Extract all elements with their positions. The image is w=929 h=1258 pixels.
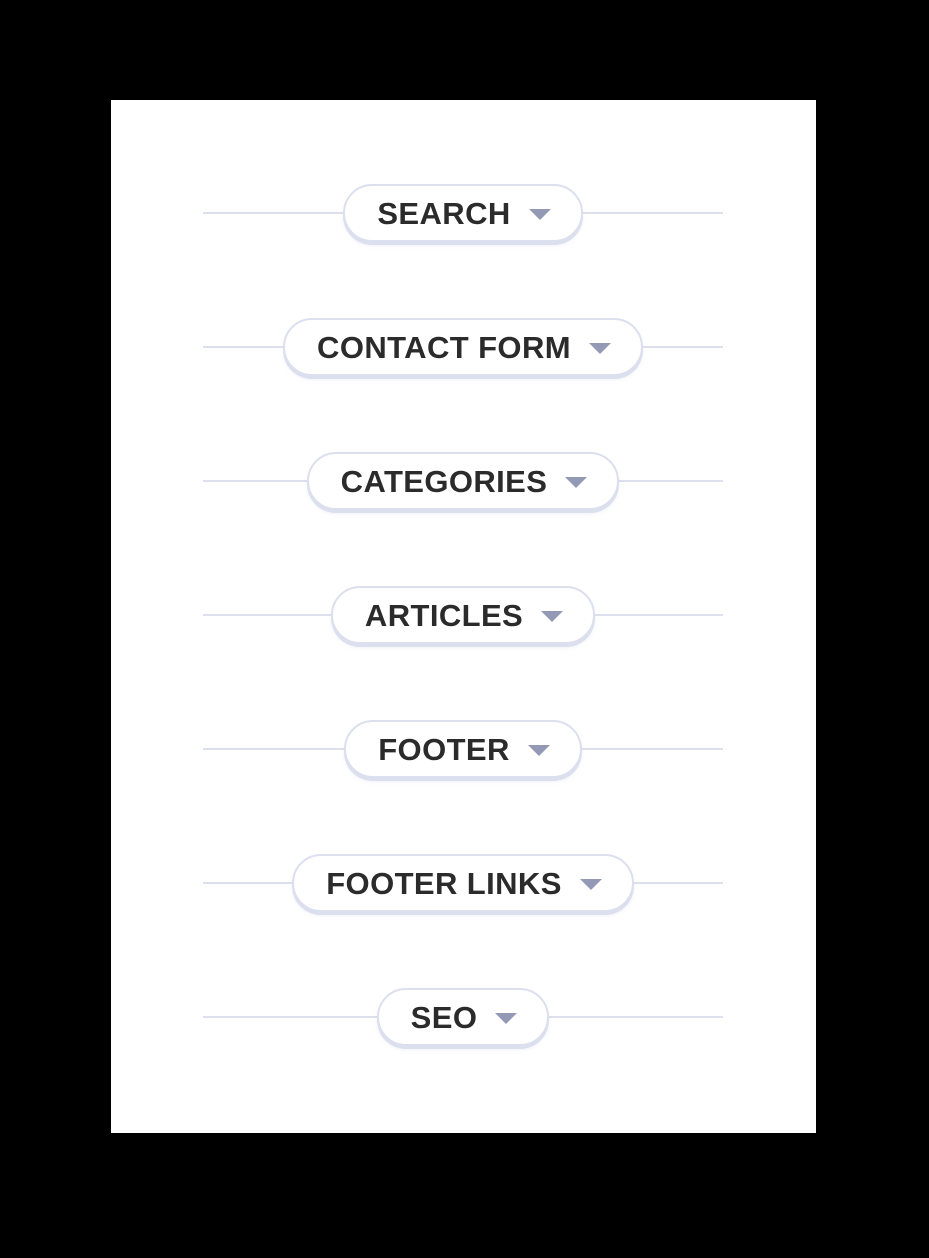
accordion-toggle-categories[interactable]: CATEGORIES: [306, 452, 620, 510]
accordion-section-articles: ARTICLES: [203, 580, 724, 650]
divider-line-left: [203, 748, 345, 750]
divider-line-right: [633, 882, 724, 884]
page-root: SEARCH CONTACT FORM CATEGORIES ARTICLES …: [0, 0, 929, 1258]
chevron-down-icon: [588, 343, 611, 354]
chevron-down-icon: [495, 1013, 518, 1024]
accordion-toggle-footer[interactable]: FOOTER: [344, 720, 582, 778]
divider-line-right: [549, 1016, 724, 1018]
accordion-label: SEARCH: [377, 195, 511, 231]
divider-line-right: [581, 748, 723, 750]
accordion-label: CATEGORIES: [340, 463, 548, 499]
accordion-label: FOOTER: [378, 731, 510, 767]
accordion-section-categories: CATEGORIES: [203, 446, 724, 516]
divider-line-left: [203, 480, 307, 482]
accordion-label: FOOTER LINKS: [326, 865, 562, 901]
settings-card: SEARCH CONTACT FORM CATEGORIES ARTICLES …: [111, 100, 816, 1133]
divider-line-left: [203, 346, 284, 348]
divider-line-left: [203, 1016, 377, 1018]
chevron-down-icon: [528, 209, 551, 220]
accordion-section-contact-form: CONTACT FORM: [203, 312, 723, 382]
divider-line-left: [203, 212, 344, 214]
divider-line-right: [619, 480, 724, 482]
accordion-section-footer-links: FOOTER LINKS: [203, 848, 724, 918]
chevron-down-icon: [527, 745, 550, 756]
accordion-section-footer: FOOTER: [203, 714, 723, 784]
accordion-label: SEO: [410, 999, 478, 1035]
divider-line-right: [582, 212, 723, 214]
chevron-down-icon: [579, 879, 602, 890]
accordion-section-seo: SEO: [203, 982, 724, 1052]
accordion-section-search: SEARCH: [203, 178, 723, 248]
accordion-toggle-contact-form[interactable]: CONTACT FORM: [283, 318, 643, 376]
accordion-label: ARTICLES: [364, 597, 524, 633]
divider-line-left: [203, 614, 331, 616]
accordion-toggle-footer-links[interactable]: FOOTER LINKS: [292, 854, 634, 912]
accordion-toggle-search[interactable]: SEARCH: [343, 184, 583, 242]
divider-line-right: [595, 614, 724, 616]
accordion-toggle-seo[interactable]: SEO: [376, 988, 550, 1046]
accordion-toggle-articles[interactable]: ARTICLES: [330, 586, 596, 644]
divider-line-right: [642, 346, 723, 348]
chevron-down-icon: [565, 477, 588, 488]
divider-line-left: [203, 882, 293, 884]
accordion-label: CONTACT FORM: [317, 329, 571, 365]
chevron-down-icon: [541, 611, 564, 622]
